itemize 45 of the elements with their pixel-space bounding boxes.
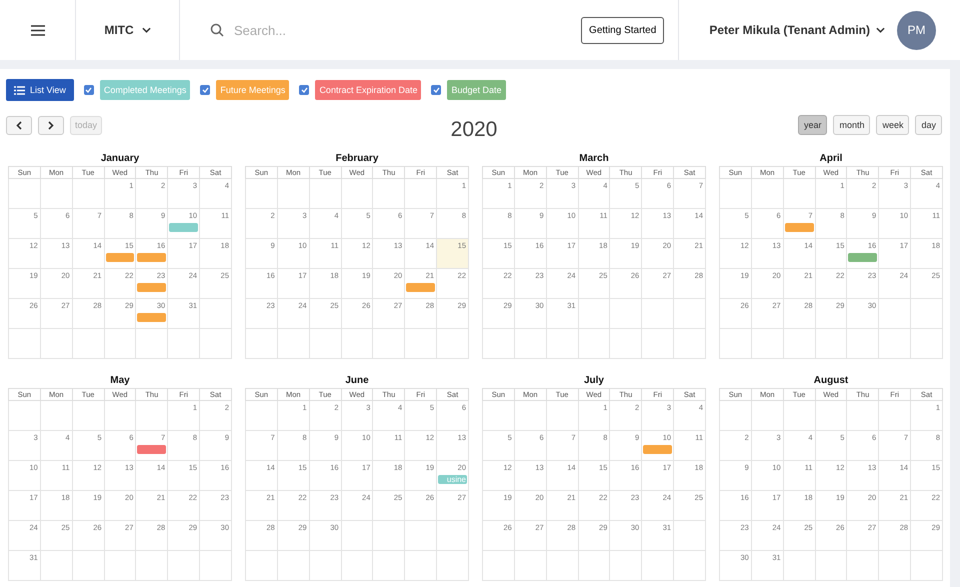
user-name[interactable]: Peter Mikula (Tenant Admin) (709, 23, 870, 37)
month-title: February (334, 153, 380, 166)
previous-button[interactable] (6, 116, 32, 134)
checkbox[interactable] (299, 85, 310, 95)
event-bar[interactable] (848, 253, 878, 262)
chevron-down-icon (142, 27, 151, 33)
month-title: August (812, 375, 850, 388)
checkbox[interactable] (84, 85, 94, 95)
month-title: January (100, 153, 140, 166)
month-title: March (578, 153, 610, 166)
view-button[interactable]: day (915, 115, 942, 135)
calendar-title: 2020 (450, 118, 498, 142)
getting-started-button[interactable]: Getting Started (581, 16, 664, 44)
chevron-right-icon (48, 120, 54, 130)
legend-label: Contract Expiration Date (315, 80, 422, 100)
chevron-down-icon (876, 27, 885, 33)
month-title: July (582, 375, 605, 388)
legend-label: Budget Date (447, 80, 506, 100)
chevron-left-icon (16, 120, 22, 130)
list-icon (14, 86, 25, 94)
event-bar[interactable] (169, 223, 198, 232)
event-bar[interactable] (406, 283, 436, 292)
event-bar[interactable] (137, 283, 166, 292)
event-bar[interactable] (106, 253, 134, 262)
view-button[interactable]: week (876, 115, 910, 135)
event-bar[interactable] (137, 445, 166, 454)
event-bar[interactable] (784, 223, 814, 232)
event-bar[interactable] (137, 313, 166, 322)
menu-icon[interactable] (30, 24, 44, 36)
organization-name[interactable]: MITC (104, 23, 134, 37)
checkbox[interactable] (200, 85, 210, 95)
view-button[interactable]: month (833, 115, 870, 135)
event-bar[interactable] (137, 253, 166, 262)
search-icon (210, 23, 224, 37)
month-title: April (818, 153, 844, 166)
legend-label: Future Meetings (216, 80, 290, 100)
next-button[interactable] (38, 116, 64, 134)
checkbox[interactable] (431, 85, 442, 95)
list-view-button[interactable]: List View (6, 79, 74, 101)
view-button[interactable]: year (798, 115, 828, 135)
legend-label: Completed Meetings (100, 80, 190, 100)
month-title: May (109, 375, 131, 388)
avatar[interactable]: PM (897, 10, 936, 50)
month-title: June (344, 375, 370, 388)
event-bar[interactable] (643, 445, 672, 454)
